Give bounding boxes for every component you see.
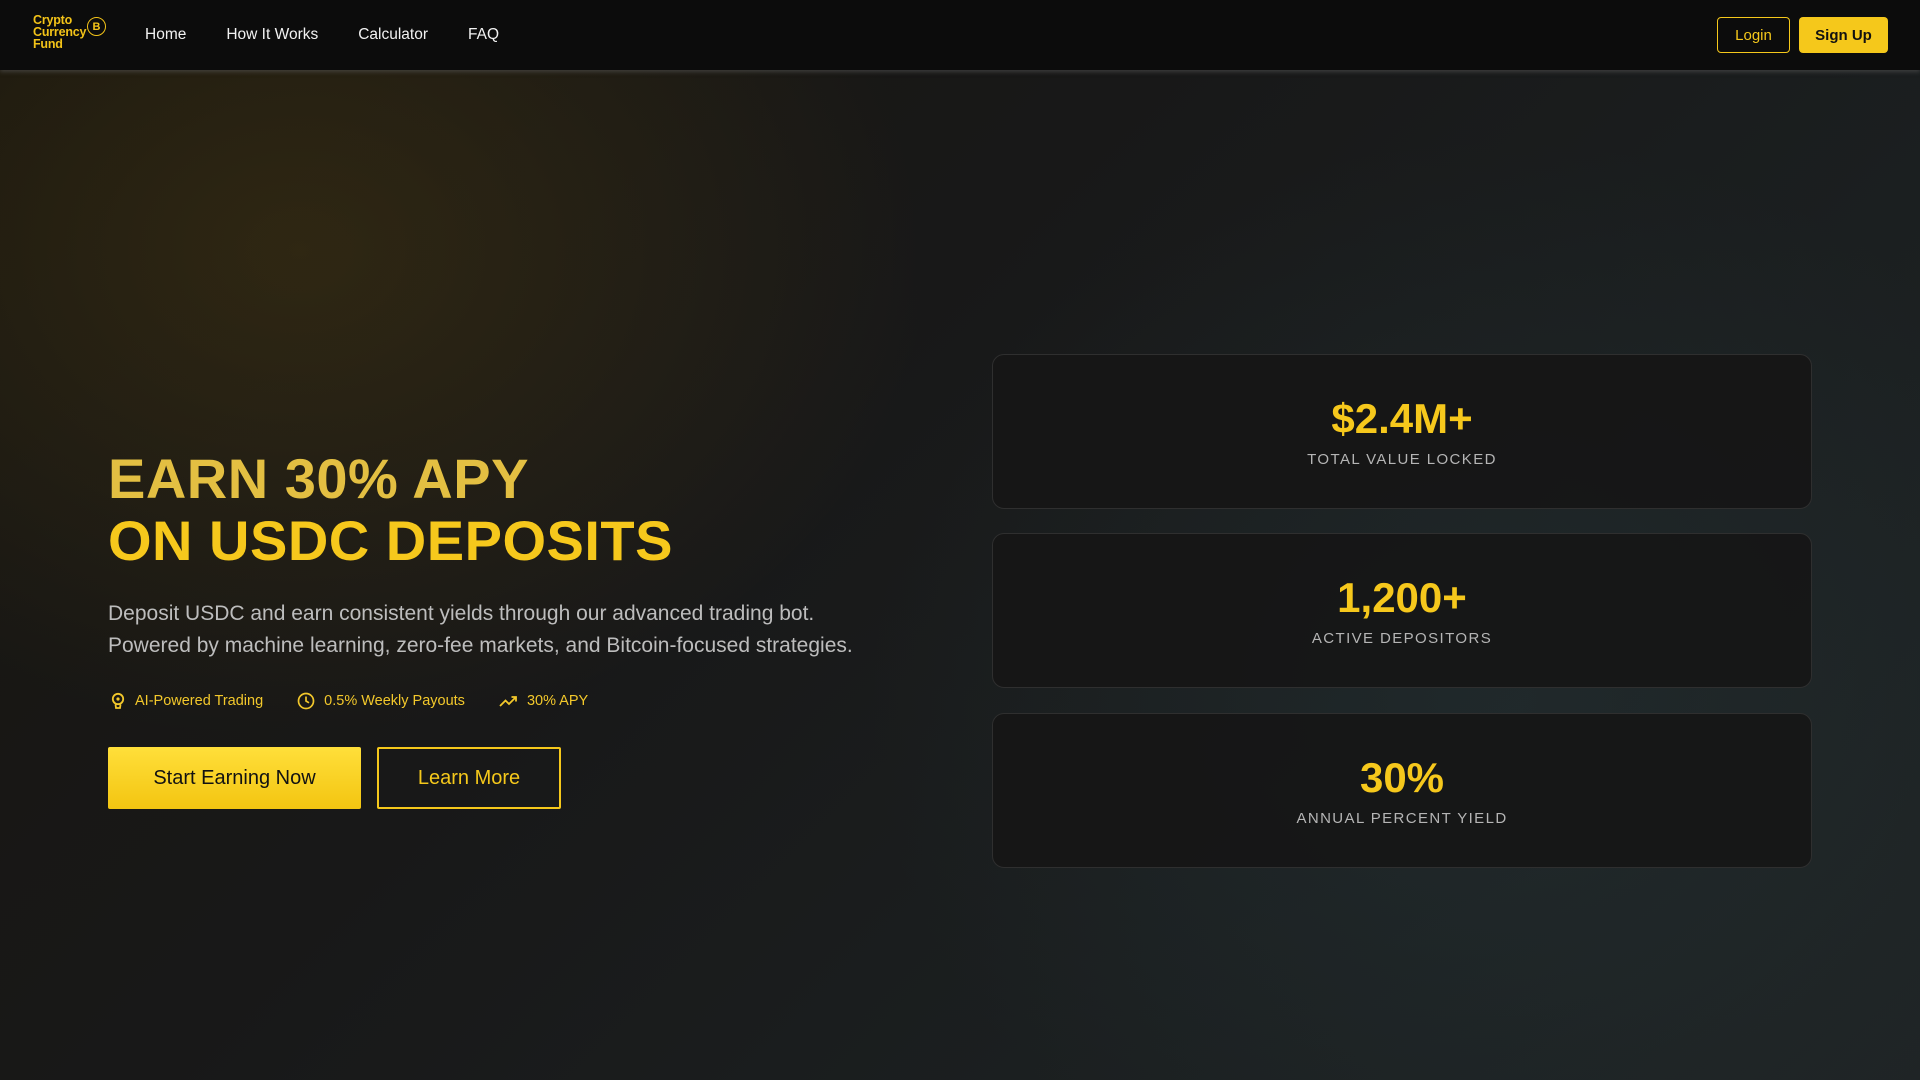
brand-logo[interactable]: Crypto Currency Fund B <box>33 14 113 56</box>
stat-card-active-depositors: 1,200+ ACTIVE DEPOSITORS <box>992 533 1812 688</box>
learn-more-button[interactable]: Learn More <box>377 747 561 809</box>
stat-label: ACTIVE DEPOSITORS <box>1311 630 1493 647</box>
feature-item: 0.5% Weekly Payouts <box>297 692 465 710</box>
feature-list: AI-Powered Trading 0.5% Weekly Payouts 3… <box>110 692 622 710</box>
logo-line-3: Fund <box>33 37 63 51</box>
hero-title-line-1: EARN 30% APY <box>108 447 529 510</box>
stat-value: 30% <box>1359 754 1445 801</box>
trending-up-icon <box>499 696 517 707</box>
navbar: Crypto Currency Fund B Home How It Works… <box>0 0 1920 70</box>
hero-subtitle: Deposit USDC and earn consistent yields … <box>108 598 948 662</box>
nav-links: Home How It Works Calculator FAQ <box>145 0 539 70</box>
nav-link-how-it-works[interactable]: How It Works <box>226 26 318 44</box>
signup-button[interactable]: Sign Up <box>1799 17 1888 53</box>
stat-value: $2.4M+ <box>1331 395 1473 442</box>
feature-label: 0.5% Weekly Payouts <box>324 693 465 709</box>
feature-item: 30% APY <box>499 693 588 709</box>
start-earning-button[interactable]: Start Earning Now <box>108 747 361 809</box>
feature-label: AI-Powered Trading <box>135 693 264 709</box>
stat-label: ANNUAL PERCENT YIELD <box>1296 810 1508 827</box>
nav-link-calculator[interactable]: Calculator <box>358 26 428 44</box>
clock-icon <box>297 692 315 710</box>
feature-item: AI-Powered Trading <box>110 692 263 710</box>
lightbulb-icon <box>111 692 125 709</box>
login-button[interactable]: Login <box>1717 17 1790 53</box>
stat-card-total-value-locked: $2.4M+ TOTAL VALUE LOCKED <box>992 354 1812 509</box>
hero-subtitle-line-2: Powered by machine learning, zero-fee ma… <box>108 634 853 657</box>
bitcoin-coin-icon: B <box>87 17 106 36</box>
stat-card-annual-percent-yield: 30% ANNUAL PERCENT YIELD <box>992 713 1812 868</box>
hero-title-line-2: ON USDC DEPOSITS <box>108 509 673 572</box>
logo-text: Crypto Currency Fund <box>33 14 86 51</box>
nav-link-faq[interactable]: FAQ <box>468 26 499 44</box>
stat-value: 1,200+ <box>1337 574 1467 621</box>
nav-link-home[interactable]: Home <box>145 26 186 44</box>
hero-subtitle-line-1: Deposit USDC and earn consistent yields … <box>108 602 815 625</box>
stat-label: TOTAL VALUE LOCKED <box>1307 451 1497 468</box>
feature-label: 30% APY <box>526 693 589 709</box>
hero-title: EARN 30% APY ON USDC DEPOSITS <box>108 448 673 572</box>
